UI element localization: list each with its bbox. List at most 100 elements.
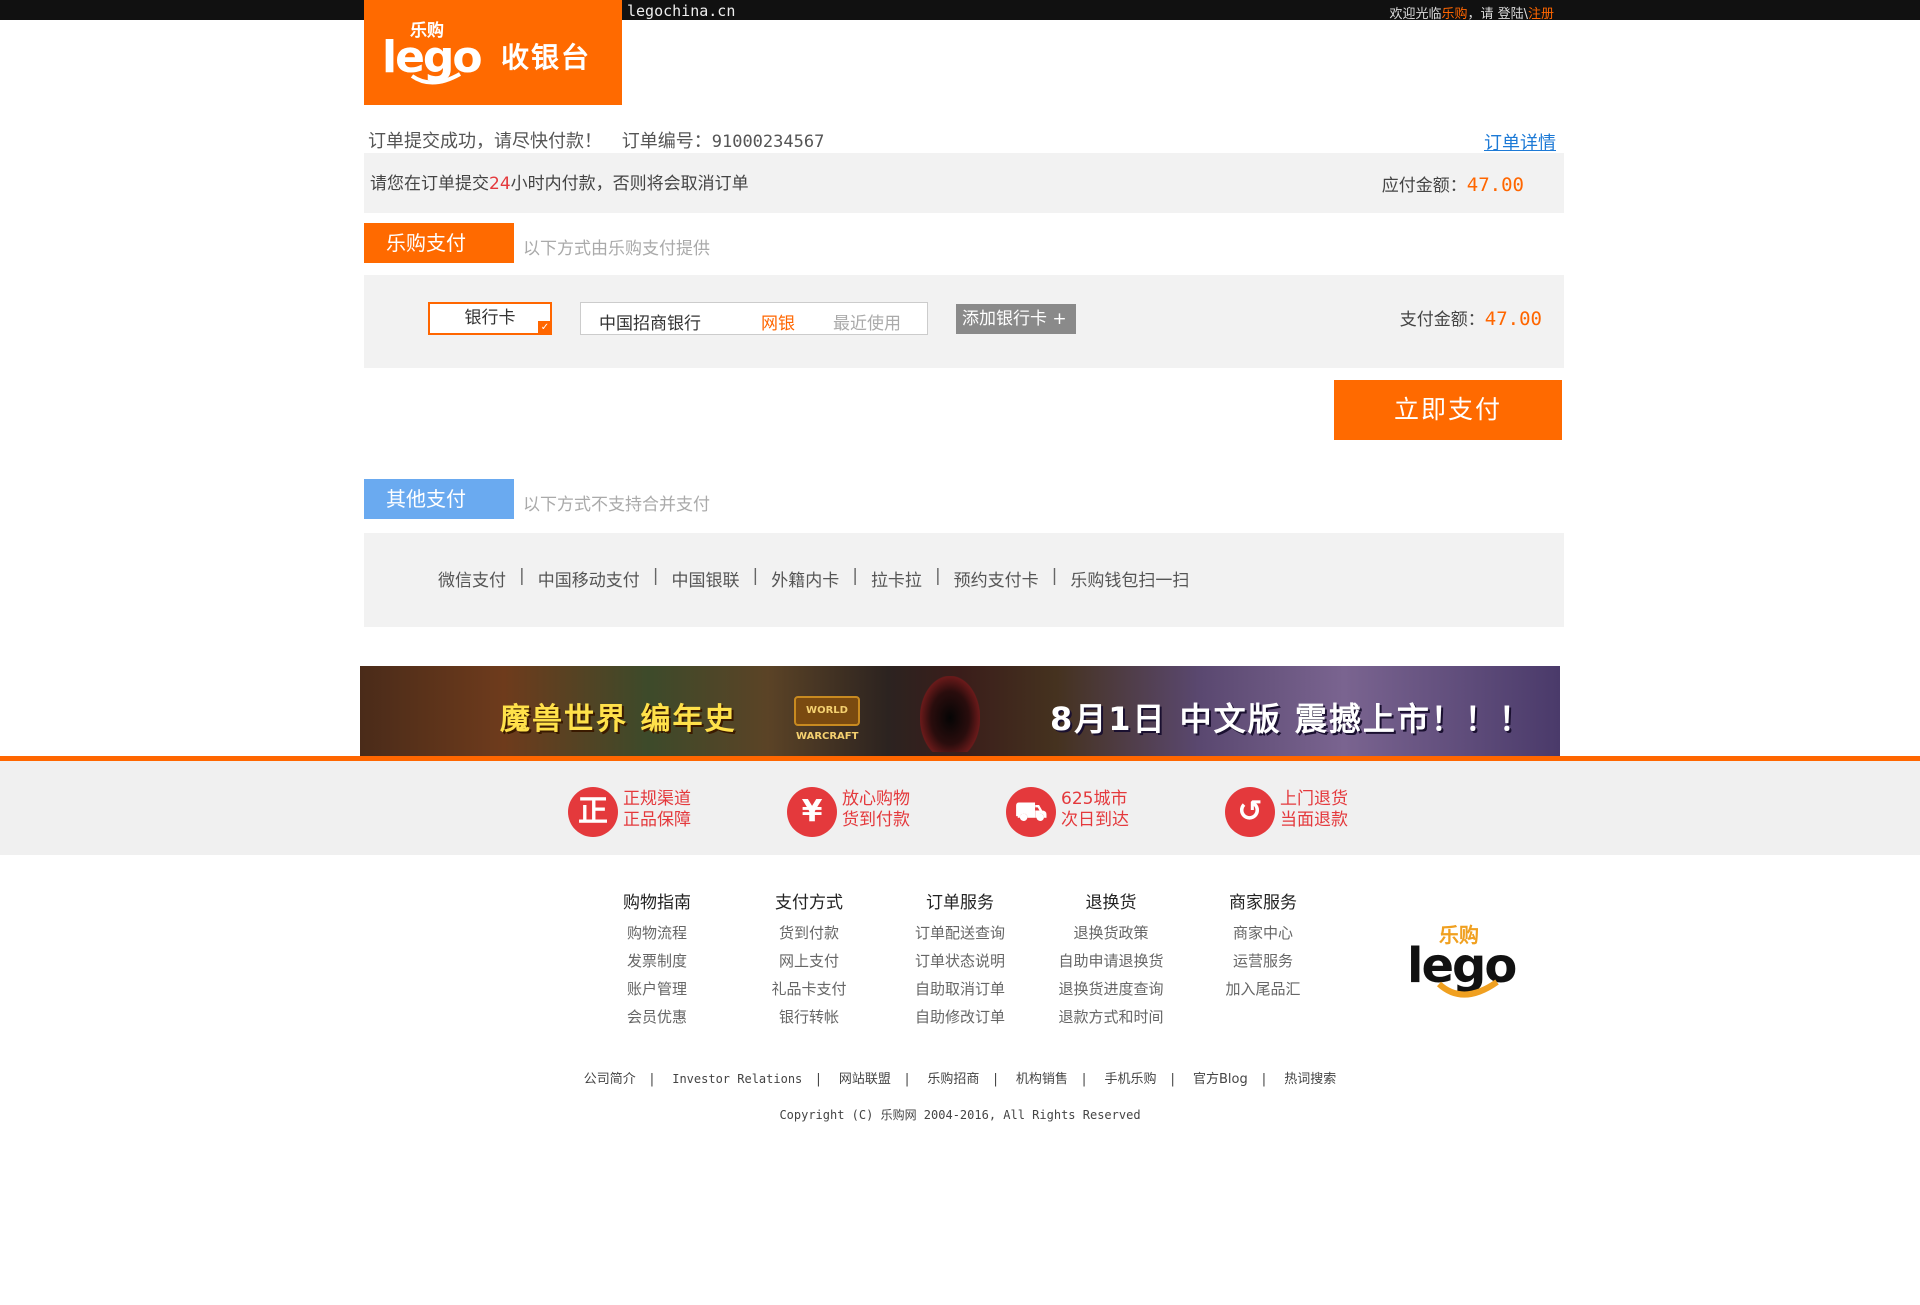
guarantee-line2: 次日到达: [1061, 810, 1129, 830]
logo-en-text: lego: [382, 32, 481, 83]
footer-col-title: 退换货: [1085, 893, 1137, 913]
footer-col-payment: 支付方式 货到付款 网上支付 礼品卡支付 银行转帐: [759, 888, 859, 1031]
pay-method-unionpay[interactable]: 中国银联: [671, 566, 739, 591]
due-amount: 47.00: [1466, 174, 1524, 196]
footer-link[interactable]: 加入尾品汇: [1213, 975, 1313, 1003]
link-mobile[interactable]: 手机乐购: [1104, 1072, 1156, 1087]
pay-method-lakala[interactable]: 拉卡拉: [871, 566, 922, 591]
promo-banner[interactable]: 魔兽世界 编年史 WORLD WARCRAFT 8月1日 中文版 震撼上市！！！: [360, 666, 1560, 756]
link-investor[interactable]: Investor Relations: [672, 1072, 802, 1086]
notice-suffix: 小时内付款，否则将会取消订单: [510, 174, 749, 194]
warcraft-logo-icon: WORLD WARCRAFT: [794, 696, 860, 742]
footer-col-title: 购物指南: [623, 893, 691, 913]
footer-link[interactable]: 商家中心: [1213, 919, 1313, 947]
footer-link[interactable]: 货到付款: [759, 919, 859, 947]
banner-left-text: 魔兽世界 编年史: [500, 702, 737, 737]
pay-now-button[interactable]: 立即支付: [1334, 380, 1562, 440]
pay-method-cmpay[interactable]: 中国移动支付: [538, 566, 640, 591]
footer-link[interactable]: 购物流程: [607, 919, 707, 947]
lego-pay-panel: 银行卡 ✓ 中国招商银行 网银 最近使用 添加银行卡 + 支付金额：47.00: [364, 275, 1564, 368]
guarantee-line1: 放心购物: [842, 789, 910, 809]
footer-link[interactable]: 发票制度: [607, 947, 707, 975]
lego-pay-tab[interactable]: 乐购支付: [364, 223, 514, 263]
yuan-icon: ¥: [787, 787, 837, 837]
pay-amount: 支付金额：47.00: [1400, 305, 1542, 330]
check-icon: ✓: [538, 321, 552, 335]
other-pay-methods: 微信支付 | 中国移动支付 | 中国银联 | 外籍内卡 | 拉卡拉 | 预约支付卡 | 乐购…: [438, 566, 1190, 591]
bank-selector[interactable]: 中国招商银行 网银 最近使用: [580, 302, 928, 335]
footer-link[interactable]: 退换货进度查询: [1046, 975, 1176, 1003]
footer-link[interactable]: 运营服务: [1213, 947, 1313, 975]
guarantee-line1: 正规渠道: [623, 789, 691, 809]
bank-recent: 最近使用: [833, 314, 901, 334]
header-logo-block[interactable]: 乐购 lego 收银台: [364, 0, 622, 105]
footer-col-shopping-guide: 购物指南 购物流程 发票制度 账户管理 会员优惠: [607, 888, 707, 1031]
notice-text: 请您在订单提交24小时内付款，否则将会取消订单: [370, 169, 749, 194]
other-pay-panel: 微信支付 | 中国移动支付 | 中国银联 | 外籍内卡 | 拉卡拉 | 预约支付卡 | 乐购…: [364, 533, 1564, 627]
footer-link[interactable]: 银行转帐: [759, 1003, 859, 1031]
footer-col-returns: 退换货 退换货政策 自助申请退换货 退换货进度查询 退款方式和时间: [1046, 888, 1176, 1031]
footer-col-title: 商家服务: [1229, 893, 1297, 913]
authentic-icon: 正: [568, 787, 618, 837]
due-label: 应付金额：: [1381, 176, 1467, 196]
pay-amount-value: 47.00: [1484, 308, 1542, 330]
pay-method-wallet-scan[interactable]: 乐购钱包扫一扫: [1070, 566, 1189, 591]
link-blog[interactable]: 官方Blog: [1193, 1072, 1248, 1087]
register-link[interactable]: 注册: [1528, 7, 1554, 22]
bottom-links: 公司简介 | Investor Relations | 网站联盟 | 乐购招商 | 机构…: [583, 1072, 1337, 1087]
footer-logo-en: lego: [1407, 938, 1515, 994]
welcome-text: 欢迎光临乐购，请 登陆\注册: [1389, 3, 1554, 22]
banner-right-text: 8月1日 中文版 震撼上市！！！: [1050, 700, 1533, 738]
footer-link[interactable]: 退款方式和时间: [1046, 1003, 1176, 1031]
footer-link[interactable]: 会员优惠: [607, 1003, 707, 1031]
footer-link[interactable]: 退换货政策: [1046, 919, 1176, 947]
footer-link[interactable]: 网上支付: [759, 947, 859, 975]
bank-card-option[interactable]: 银行卡 ✓: [428, 302, 552, 335]
bank-card-label: 银行卡: [464, 308, 516, 328]
amount-due: 应付金额：47.00: [1382, 171, 1524, 196]
order-number-label: 订单编号：: [621, 131, 712, 152]
pay-amount-label: 支付金额：: [1399, 310, 1485, 330]
footer-link[interactable]: 订单配送查询: [900, 919, 1020, 947]
other-pay-note: 以下方式不支持合并支付: [523, 495, 710, 515]
truck-icon: ⛟: [1006, 787, 1056, 837]
footer-link[interactable]: 账户管理: [607, 975, 707, 1003]
brand-link[interactable]: 乐购: [1441, 7, 1467, 22]
pay-method-prepaid-card[interactable]: 预约支付卡: [954, 566, 1039, 591]
footer-link[interactable]: 礼品卡支付: [759, 975, 859, 1003]
notice-hours: 24: [489, 174, 511, 194]
add-bank-card-button[interactable]: 添加银行卡 +: [956, 304, 1076, 334]
pay-method-foreign-card[interactable]: 外籍内卡: [771, 566, 839, 591]
other-pay-tab[interactable]: 其他支付: [364, 479, 514, 519]
notice-prefix: 请您在订单提交: [370, 174, 489, 194]
bank-name: 中国招商银行: [599, 314, 701, 334]
pay-method-wechat[interactable]: 微信支付: [438, 566, 506, 591]
return-basket-icon: ↺: [1225, 787, 1275, 837]
order-info: 订单提交成功，请尽快付款！ 订单编号：91000234567: [368, 127, 824, 153]
guarantee-line2: 正品保障: [623, 810, 691, 830]
footer-link[interactable]: 订单状态说明: [900, 947, 1020, 975]
lego-logo-icon: 乐购 lego: [382, 20, 483, 85]
link-affiliate[interactable]: 网站联盟: [839, 1072, 891, 1087]
link-merchant-recruit[interactable]: 乐购招商: [927, 1072, 979, 1087]
page-title: 收银台: [501, 41, 592, 74]
link-hot-search[interactable]: 热词搜索: [1284, 1072, 1336, 1087]
footer-link[interactable]: 自助修改订单: [900, 1003, 1020, 1031]
bank-type: 网银: [761, 314, 795, 334]
link-about[interactable]: 公司简介: [584, 1072, 636, 1087]
guarantee-line1: 625城市: [1061, 789, 1128, 809]
footer-link[interactable]: 自助申请退换货: [1046, 947, 1176, 975]
site-url: legochina.cn: [627, 2, 736, 20]
order-success-msg: 订单提交成功，请尽快付款！: [368, 131, 602, 152]
login-link[interactable]: ，请 登陆\: [1467, 7, 1528, 22]
footer-lego-logo-icon: 乐购 lego: [1407, 923, 1517, 998]
footer-col-merchant: 商家服务 商家中心 运营服务 加入尾品汇: [1213, 888, 1313, 1003]
guarantee-line2: 当面退款: [1280, 810, 1348, 830]
hooded-figure-icon: [920, 676, 980, 752]
order-detail-link[interactable]: 订单详情: [1484, 129, 1556, 155]
guarantee-line2: 货到付款: [842, 810, 910, 830]
footer-col-title: 支付方式: [775, 893, 843, 913]
link-corporate-sales[interactable]: 机构销售: [1016, 1072, 1068, 1087]
footer-col-order-service: 订单服务 订单配送查询 订单状态说明 自助取消订单 自助修改订单: [900, 888, 1020, 1031]
footer-link[interactable]: 自助取消订单: [900, 975, 1020, 1003]
